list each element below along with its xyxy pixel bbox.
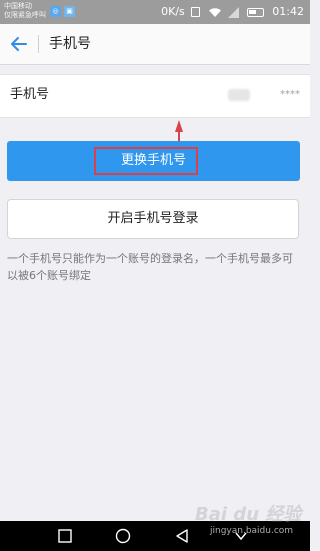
- home-icon[interactable]: [114, 527, 132, 545]
- app-header: 手机号: [0, 24, 310, 65]
- carrier-info: 中国移动 仅限紧急呼叫: [4, 2, 46, 20]
- watermark-url: jingyan.baidu.com: [210, 526, 294, 536]
- phone-label: 手机号: [10, 87, 50, 102]
- carrier-status: 仅限紧急呼叫: [4, 11, 46, 19]
- nav-back-icon[interactable]: [173, 527, 191, 545]
- battery-icon: [246, 7, 264, 17]
- notification-icon: ▣: [64, 6, 75, 17]
- signal-icon: [228, 6, 240, 18]
- status-indicators: 0K/s 01:42: [161, 5, 304, 19]
- change-phone-button[interactable]: 更换手机号: [7, 141, 300, 181]
- back-arrow-icon[interactable]: [8, 33, 30, 55]
- vibrate-icon: [191, 7, 201, 17]
- status-bar: 中国移动 仅限紧急呼叫 ◎ ▣ 0K/s 01:42: [0, 0, 310, 24]
- recent-apps-icon[interactable]: [56, 527, 74, 545]
- phone-value: ****: [280, 89, 300, 100]
- phone-number-row: 手机号 ****: [0, 74, 310, 118]
- change-phone-label: 更换手机号: [120, 153, 186, 168]
- header-divider: [38, 35, 39, 53]
- page-title: 手机号: [49, 36, 91, 52]
- masked-phone-blur: [228, 89, 250, 101]
- clock: 01:42: [272, 5, 304, 18]
- carrier-name: 中国移动: [4, 2, 32, 10]
- enable-phone-login-label: 开启手机号登录: [107, 211, 199, 226]
- notification-icon: ◎: [50, 6, 61, 17]
- baidu-watermark: Bai du 经验: [195, 504, 302, 525]
- wifi-icon: [208, 7, 222, 18]
- binding-note: 一个手机号只能作为一个账号的登录名，一个手机号最多可以被6个账号绑定: [7, 252, 293, 282]
- net-speed: 0K/s: [161, 5, 185, 18]
- enable-phone-login-button[interactable]: 开启手机号登录: [7, 199, 299, 239]
